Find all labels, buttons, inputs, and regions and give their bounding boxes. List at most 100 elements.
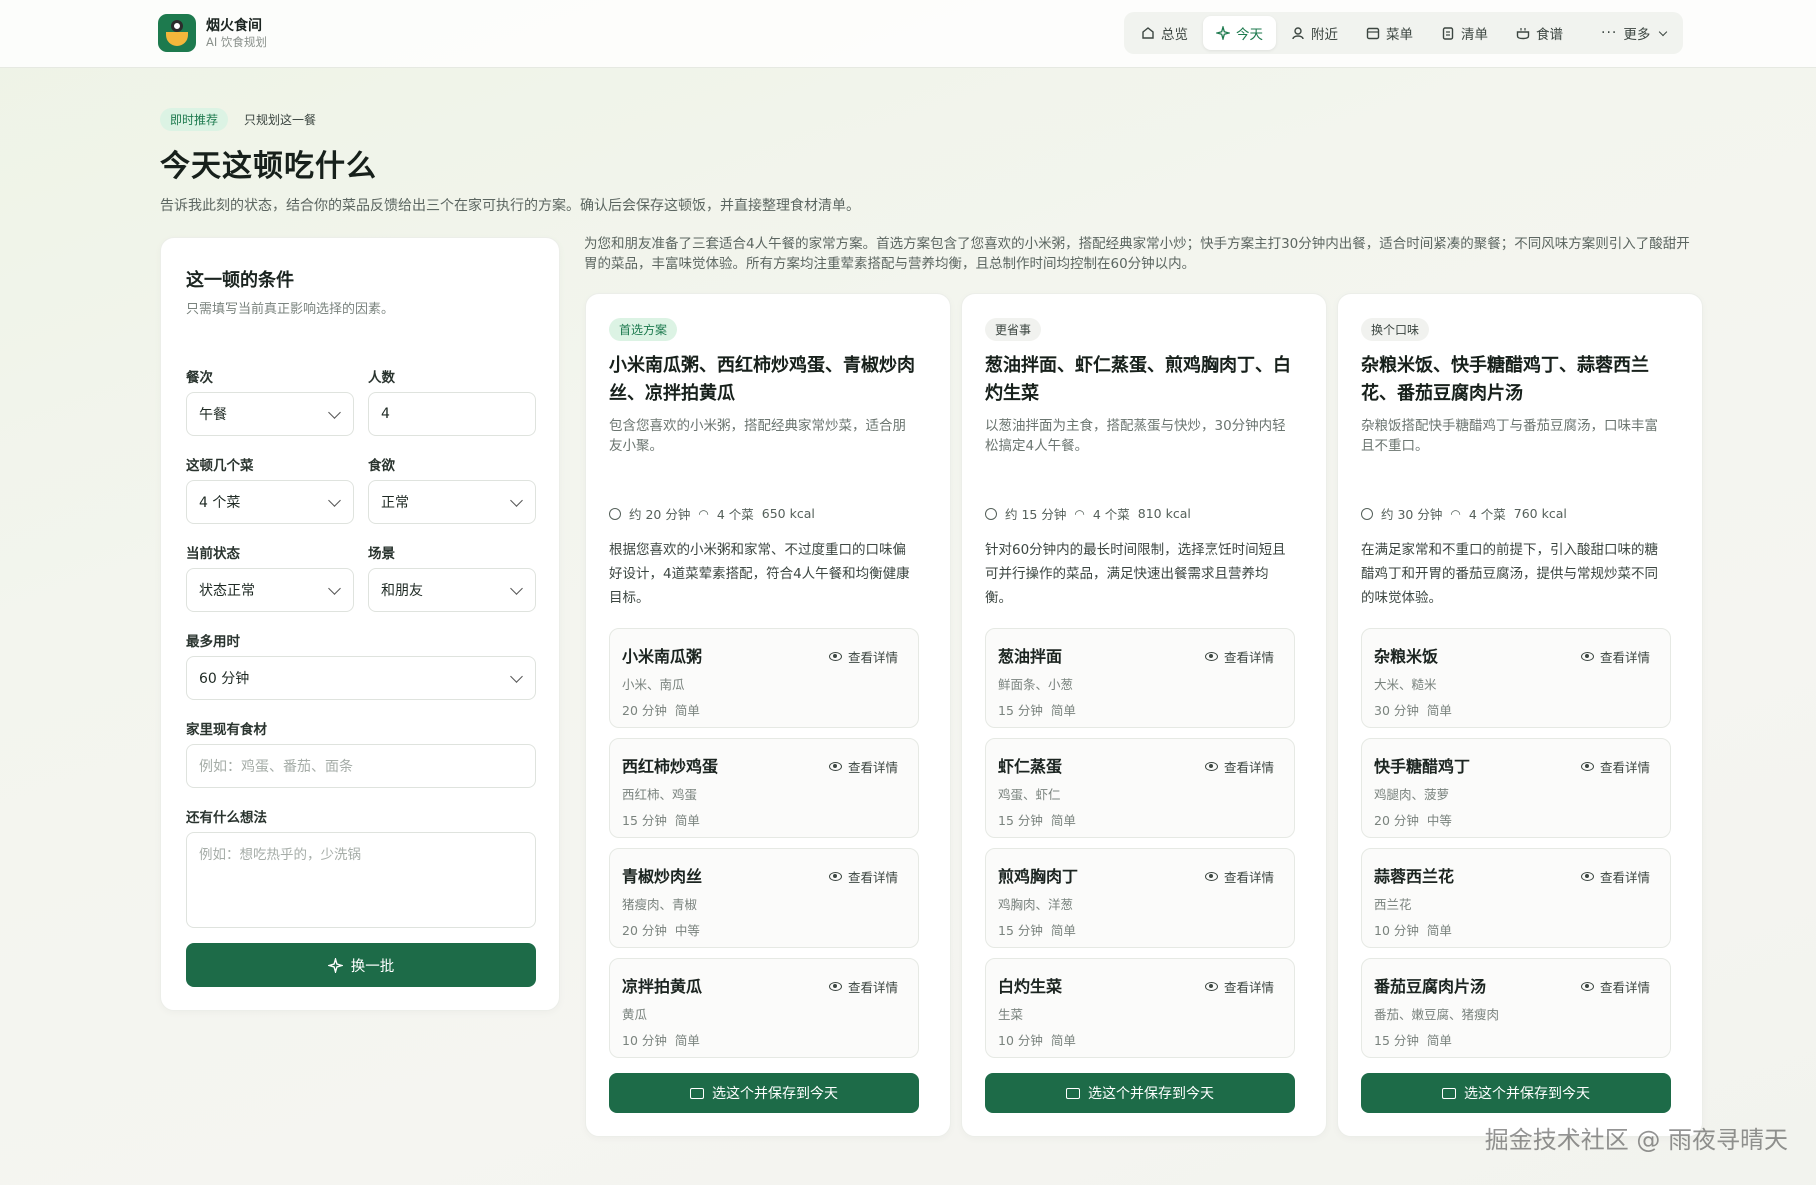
nav-today[interactable]: 今天 bbox=[1203, 16, 1276, 50]
scene-value: 和朋友 bbox=[381, 583, 423, 599]
dish-name: 番茄豆腐肉片汤 bbox=[1374, 977, 1487, 996]
nav-label: 总览 bbox=[1161, 27, 1188, 43]
dish-name: 青椒炒肉丝 bbox=[622, 867, 703, 886]
view-detail-button[interactable]: 查看详情 bbox=[1204, 647, 1274, 666]
time-label: 最多用时 bbox=[186, 634, 240, 650]
dishes-count-select[interactable]: 4 个菜 bbox=[186, 480, 354, 524]
plan-title: 葱油拌面、虾仁蒸蛋、煎鸡胸肉丁、白灼生菜 bbox=[985, 355, 1291, 404]
nav-menu[interactable]: 菜单 bbox=[1353, 16, 1426, 50]
dish-card[interactable]: 凉拌拍黄瓜 黄瓜 10 分钟 简单 查看详情 bbox=[609, 958, 919, 1058]
select-plan-button[interactable]: 选这个并保存到今天 bbox=[985, 1073, 1295, 1113]
clock-icon bbox=[609, 507, 621, 520]
plan-description: 包含您喜欢的小米粥，搭配经典家常炒菜，适合朋友小聚。 bbox=[609, 418, 906, 454]
ideas-textarea[interactable]: 例如：想吃热乎的，少洗锅 bbox=[186, 832, 536, 928]
view-detail-button[interactable]: 查看详情 bbox=[828, 757, 898, 776]
nav-label: 更多 bbox=[1623, 27, 1651, 43]
plan-reason: 根据您喜欢的小米粥和家常、不过度重口的口味偏好设计，4道菜荤素搭配，符合4人午餐… bbox=[609, 542, 910, 606]
dish-card[interactable]: 煎鸡胸肉丁 鸡胸肉、洋葱 15 分钟 简单 查看详情 bbox=[985, 848, 1295, 948]
appetite-select[interactable]: 正常 bbox=[368, 480, 536, 524]
dish-level: 中等 bbox=[1426, 813, 1452, 828]
appetite-label: 食欲 bbox=[368, 458, 395, 474]
plan-tag: 换个口味 bbox=[1361, 318, 1430, 341]
view-detail-button[interactable]: 查看详情 bbox=[1580, 757, 1650, 776]
view-detail-label: 查看详情 bbox=[847, 980, 898, 995]
eye-icon bbox=[1204, 652, 1218, 661]
panel-subtitle: 只需填写当前真正影响选择的因素。 bbox=[186, 302, 395, 317]
nav-nearby[interactable]: 附近 bbox=[1278, 16, 1351, 50]
people-input[interactable]: 4 bbox=[368, 392, 536, 436]
bowl-icon: ◠ bbox=[698, 506, 709, 521]
dish-level: 简单 bbox=[1050, 703, 1076, 718]
view-detail-label: 查看详情 bbox=[1599, 870, 1650, 885]
plan-tag: 首选方案 bbox=[609, 318, 678, 341]
clock-icon bbox=[985, 507, 997, 520]
scene-select[interactable]: 和朋友 bbox=[368, 568, 536, 612]
dish-card[interactable]: 小米南瓜粥 小米、南瓜 20 分钟 简单 查看详情 bbox=[609, 628, 919, 728]
plan-meta: 约 15 分钟 ◠ 4 个菜 810 kcal bbox=[985, 504, 1191, 523]
calendar-icon bbox=[1366, 27, 1380, 40]
dish-card[interactable]: 番茄豆腐肉片汤 番茄、嫩豆腐、猪瘦肉 15 分钟 简单 查看详情 bbox=[1361, 958, 1671, 1058]
view-detail-button[interactable]: 查看详情 bbox=[828, 977, 898, 996]
refresh-label: 换一批 bbox=[350, 958, 395, 975]
state-select[interactable]: 状态正常 bbox=[186, 568, 354, 612]
view-detail-button[interactable]: 查看详情 bbox=[828, 647, 898, 666]
view-detail-button[interactable]: 查看详情 bbox=[1580, 647, 1650, 666]
refresh-button[interactable]: 换一批 bbox=[186, 943, 536, 987]
plan-dish-count: 4 个菜 bbox=[1092, 507, 1130, 522]
dish-level: 中等 bbox=[674, 923, 700, 938]
select-plan-label: 选这个并保存到今天 bbox=[1088, 1086, 1214, 1102]
plan-time: 约 15 分钟 bbox=[1005, 507, 1067, 522]
view-detail-button[interactable]: 查看详情 bbox=[1580, 867, 1650, 886]
plan-time: 约 30 分钟 bbox=[1381, 507, 1443, 522]
dish-card[interactable]: 杂粮米饭 大米、糙米 30 分钟 简单 查看详情 bbox=[1361, 628, 1671, 728]
nav-more[interactable]: ··· 更多 bbox=[1588, 16, 1679, 50]
dish-meta: 15 分钟 简单 bbox=[622, 810, 700, 829]
view-detail-button[interactable]: 查看详情 bbox=[1580, 977, 1650, 996]
view-detail-label: 查看详情 bbox=[1223, 870, 1274, 885]
dish-name: 煎鸡胸肉丁 bbox=[998, 867, 1079, 886]
view-detail-label: 查看详情 bbox=[847, 870, 898, 885]
dish-name: 蒜蓉西兰花 bbox=[1374, 867, 1455, 886]
view-detail-label: 查看详情 bbox=[1599, 980, 1650, 995]
dish-name: 西红柿炒鸡蛋 bbox=[622, 757, 719, 776]
dishes-count-label: 这顿几个菜 bbox=[186, 458, 254, 474]
select-plan-button[interactable]: 选这个并保存到今天 bbox=[1361, 1073, 1671, 1113]
dish-card[interactable]: 西红柿炒鸡蛋 西红柿、鸡蛋 15 分钟 简单 查看详情 bbox=[609, 738, 919, 838]
dish-meta: 20 分钟 中等 bbox=[1374, 810, 1452, 829]
basket-icon bbox=[690, 1087, 704, 1099]
view-detail-label: 查看详情 bbox=[847, 760, 898, 775]
nav-overview[interactable]: 总览 bbox=[1128, 16, 1201, 50]
view-detail-button[interactable]: 查看详情 bbox=[1204, 977, 1274, 996]
dish-level: 简单 bbox=[674, 703, 700, 718]
view-detail-button[interactable]: 查看详情 bbox=[828, 867, 898, 886]
dish-card[interactable]: 蒜蓉西兰花 西兰花 10 分钟 简单 查看详情 bbox=[1361, 848, 1671, 948]
select-plan-button[interactable]: 选这个并保存到今天 bbox=[609, 1073, 919, 1113]
time-value: 60 分钟 bbox=[199, 671, 250, 687]
ingredients-input[interactable]: 例如：鸡蛋、番茄、面条 bbox=[186, 744, 536, 788]
nav-list[interactable]: 清单 bbox=[1428, 16, 1501, 50]
hero: 即时推荐 只规划这一餐 今天这顿吃什么 告诉我此刻的状态，结合你的菜品反馈给出三… bbox=[160, 108, 860, 215]
dish-card[interactable]: 虾仁蒸蛋 鸡蛋、虾仁 15 分钟 简单 查看详情 bbox=[985, 738, 1295, 838]
dish-card[interactable]: 白灼生菜 生菜 10 分钟 简单 查看详情 bbox=[985, 958, 1295, 1058]
plan-card: 换个口味 杂粮米饭、快手糖醋鸡丁、蒜蓉西兰花、番茄豆腐肉片汤 杂粮饭搭配快手糖醋鸡丁… bbox=[1337, 293, 1703, 1137]
nav-label: 附近 bbox=[1311, 27, 1338, 43]
dish-card[interactable]: 快手糖醋鸡丁 鸡腿肉、菠萝 20 分钟 中等 查看详情 bbox=[1361, 738, 1671, 838]
basket-icon bbox=[1066, 1087, 1080, 1099]
plan-title: 小米南瓜粥、西红柿炒鸡蛋、青椒炒肉丝、凉拌拍黄瓜 bbox=[609, 355, 915, 404]
plan-kcal: 650 kcal bbox=[761, 506, 815, 521]
time-select[interactable]: 60 分钟 bbox=[186, 656, 536, 700]
eye-icon bbox=[1204, 762, 1218, 771]
cookpot-icon bbox=[1516, 28, 1530, 40]
page-title: 今天这顿吃什么 bbox=[160, 149, 377, 184]
view-detail-label: 查看详情 bbox=[1599, 650, 1650, 665]
dish-ingredients: 鲜面条、小葱 bbox=[998, 677, 1074, 692]
view-detail-button[interactable]: 查看详情 bbox=[1204, 757, 1274, 776]
dish-card[interactable]: 葱油拌面 鲜面条、小葱 15 分钟 简单 查看详情 bbox=[985, 628, 1295, 728]
nav-recipes[interactable]: 食谱 bbox=[1503, 16, 1576, 50]
plan-kcal: 810 kcal bbox=[1137, 506, 1191, 521]
dish-card[interactable]: 青椒炒肉丝 猪瘦肉、青椒 20 分钟 中等 查看详情 bbox=[609, 848, 919, 948]
view-detail-button[interactable]: 查看详情 bbox=[1204, 867, 1274, 886]
brand[interactable]: 烟火食间 AI 饮食规划 bbox=[158, 14, 267, 52]
nav-label: 菜单 bbox=[1386, 27, 1413, 43]
meal-select[interactable]: 午餐 bbox=[186, 392, 354, 436]
